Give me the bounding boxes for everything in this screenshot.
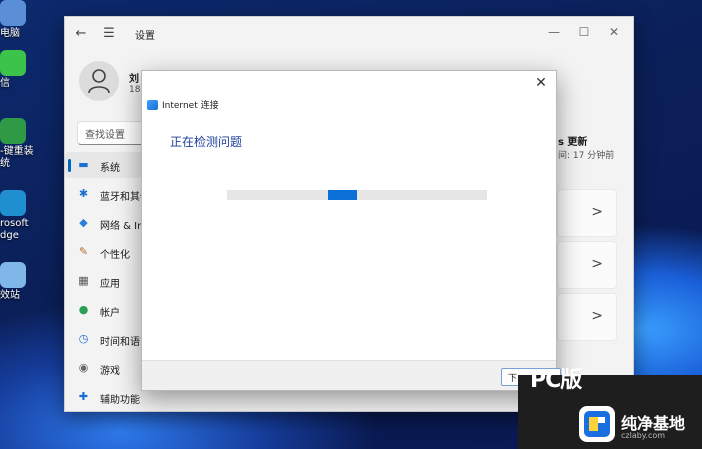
update-subtitle: 间: 17 分钟前 — [558, 151, 615, 161]
dialog-title: Internet 连接 — [162, 101, 219, 111]
dialog-footer: 下 — [142, 360, 561, 390]
dialog-heading: 正在检测问题 — [170, 135, 243, 149]
avatar[interactable] — [79, 61, 119, 101]
bluetooth-icon: ✱ — [78, 187, 89, 200]
close-button[interactable]: ✕ — [601, 23, 627, 41]
sidebar-item-label: 时间和语言 — [100, 337, 142, 348]
wifi-icon: ◆ — [79, 216, 88, 229]
desktop-icon[interactable]: -键重装 统 — [0, 118, 40, 170]
sidebar-item[interactable]: ▦ 应用 — [65, 268, 143, 294]
accessibility-icon: ✚ — [78, 390, 89, 403]
monitor-icon: ▬ — [78, 158, 89, 171]
sidebar-item-label: 网络 & Internet — [100, 221, 142, 232]
brush-icon: ✎ — [78, 245, 89, 258]
desktop-icon-label: 电脑 — [0, 28, 20, 39]
sidebar-item[interactable]: ✚ 辅助功能 — [65, 384, 143, 410]
back-arrow-icon[interactable]: ← — [73, 26, 89, 42]
account-icon: ● — [78, 303, 89, 316]
app-icon — [0, 190, 26, 216]
watermark-url: czlaby.com — [621, 431, 666, 440]
hamburger-menu-icon[interactable]: ☰ — [101, 26, 117, 42]
app-icon — [0, 118, 26, 144]
sidebar-item[interactable]: ◉ 游戏 — [65, 355, 143, 381]
sidebar-item[interactable]: ✎ 个性化 — [65, 239, 143, 265]
user-icon — [88, 69, 110, 94]
sidebar-item[interactable]: ✱ 蓝牙和其他 — [65, 181, 143, 207]
sidebar-item[interactable]: ◆ 网络 & Internet — [65, 210, 143, 236]
sidebar-item-label: 蓝牙和其他 — [100, 192, 142, 203]
desktop-icon-label: 信 — [0, 78, 10, 89]
settings-card[interactable]: > — [557, 241, 617, 289]
sidebar-item-label: 个性化 — [100, 250, 130, 261]
network-icon — [147, 100, 158, 110]
desktop-icon[interactable]: 信 — [0, 50, 40, 90]
progress-bar — [227, 190, 487, 200]
settings-card[interactable]: > — [557, 189, 617, 237]
desktop-icon-label: -键重装 统 — [0, 146, 34, 169]
desktop-icon[interactable]: 电脑 — [0, 0, 40, 40]
desktop-icon[interactable]: 效站 — [0, 262, 40, 302]
clock-globe-icon: ◷ — [78, 332, 89, 345]
sidebar-item[interactable]: ▬ 系统 — [65, 152, 143, 178]
watermark-logo-icon — [579, 406, 615, 442]
desktop-icon[interactable]: rosoft dge — [0, 190, 40, 242]
app-icon — [0, 262, 26, 288]
settings-card[interactable]: > — [557, 293, 617, 341]
maximize-button[interactable]: ☐ — [571, 23, 597, 41]
desktop-icon-label: 效站 — [0, 290, 20, 301]
watermark-pc-text: PC版 — [530, 368, 582, 393]
chevron-right-icon: > — [591, 308, 603, 324]
apps-icon: ▦ — [78, 274, 89, 287]
settings-titlebar[interactable]: ← ☰ 设置 — ☐ ✕ — [65, 17, 633, 51]
sidebar-item-label: 应用 — [100, 279, 120, 290]
sidebar-item-label: 游戏 — [100, 366, 120, 377]
gamepad-icon: ◉ — [78, 361, 89, 374]
user-name: 刘 — [129, 74, 139, 85]
progress-indicator — [328, 190, 357, 200]
chevron-right-icon: > — [591, 256, 603, 272]
update-title: s 更新 — [558, 137, 588, 148]
dialog-close-button[interactable]: ✕ — [532, 74, 550, 92]
chevron-right-icon: > — [591, 204, 603, 220]
sidebar-item-label: 辅助功能 — [100, 395, 140, 406]
app-icon — [0, 0, 26, 26]
internet-connection-dialog: ✕ Internet 连接 正在检测问题 下 — [141, 70, 561, 391]
sidebar-item-label: 帐户 — [100, 308, 120, 319]
minimize-button[interactable]: — — [541, 23, 567, 41]
desktop-icon-label: rosoft dge — [0, 218, 29, 241]
sidebar-item-label: 系统 — [100, 163, 120, 174]
sidebar-item[interactable]: ◷ 时间和语言 — [65, 326, 143, 352]
sidebar-item[interactable]: ● 帐户 — [65, 297, 143, 323]
app-icon — [0, 50, 26, 76]
window-title: 设置 — [135, 31, 155, 42]
